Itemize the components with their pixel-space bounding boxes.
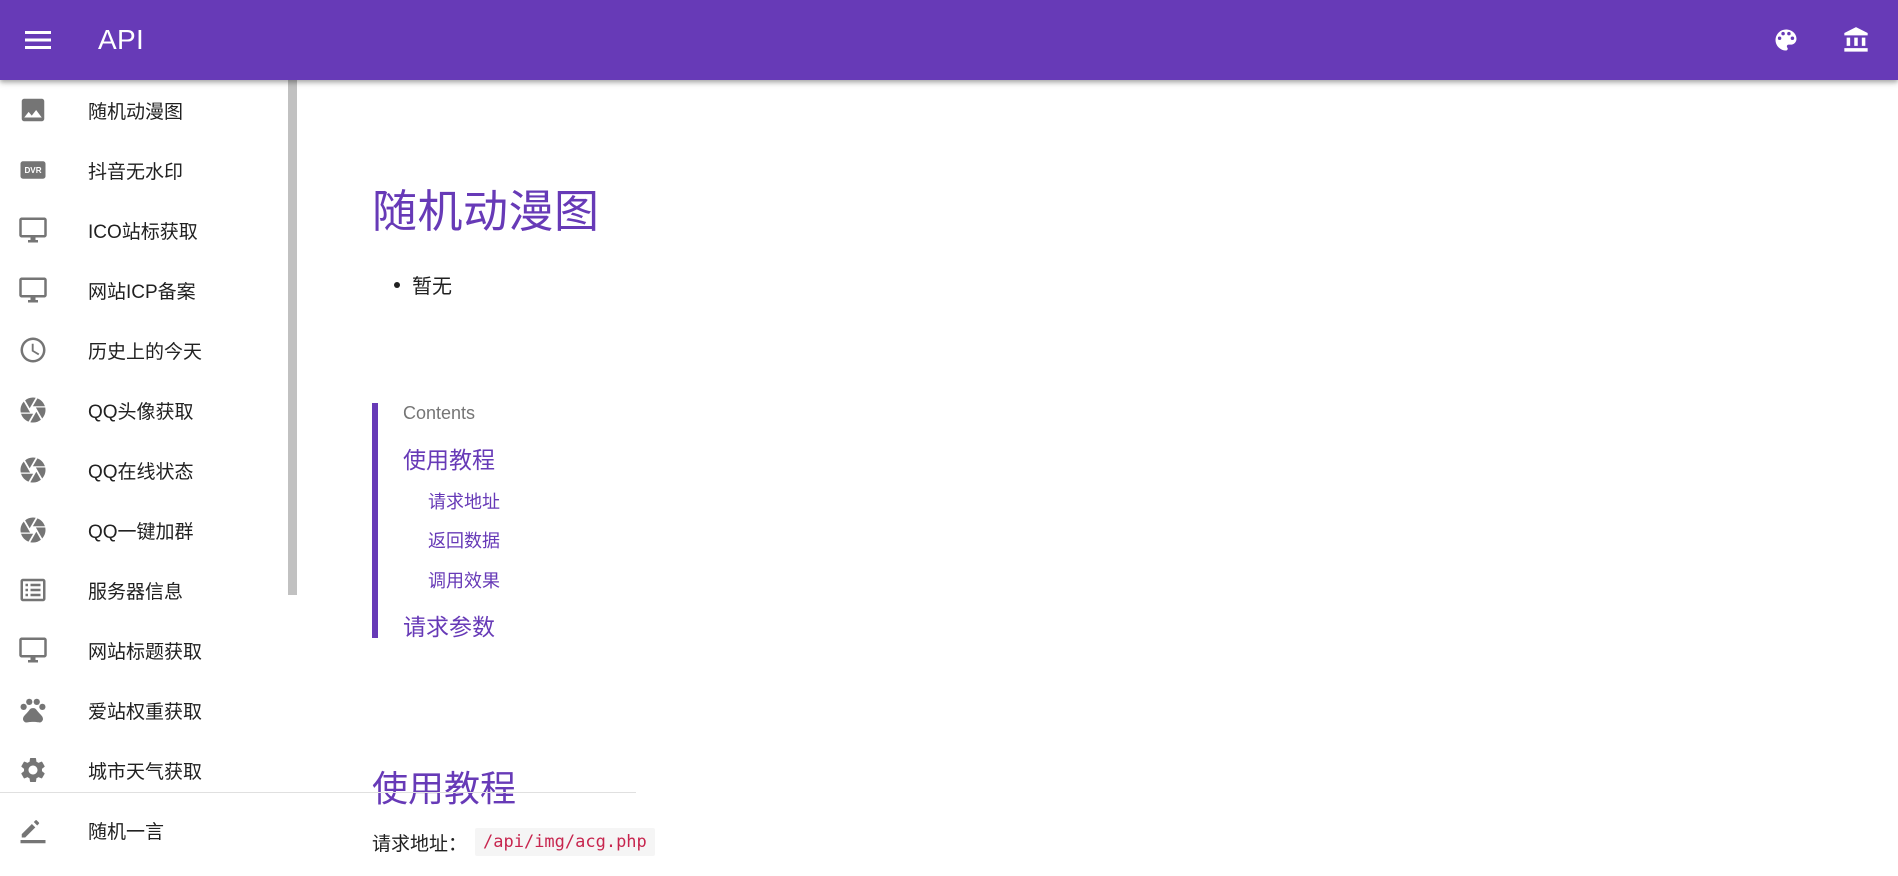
dvr-icon: DVR <box>18 155 48 185</box>
bank-icon <box>1844 27 1868 52</box>
clock-icon <box>18 335 48 365</box>
nav-drawer: 随机动漫图 DVR 抖音无水印 ICO站标获取 网站ICP备案 历史上的今天 Q… <box>0 80 298 876</box>
sidebar-item-label: ICO站标获取 <box>88 221 198 243</box>
sidebar-item-label: 城市天气获取 <box>88 761 203 783</box>
sidebar-item-label: QQ在线状态 <box>88 461 194 483</box>
list-icon <box>18 575 48 605</box>
sidebar-item-server-info[interactable]: 服务器信息 <box>0 560 298 620</box>
pencil-icon <box>18 815 48 845</box>
request-url-label: 请求地址： <box>372 833 468 855</box>
nav-list: 随机动漫图 DVR 抖音无水印 ICO站标获取 网站ICP备案 历史上的今天 Q… <box>0 80 298 860</box>
desktop-icon <box>18 635 48 665</box>
sidebar-item-label: QQ头像获取 <box>88 401 194 423</box>
paw-icon <box>18 695 48 725</box>
sidebar-item-label: 服务器信息 <box>88 581 184 603</box>
toc-link-response-data[interactable]: 返回数据 <box>428 527 500 553</box>
sidebar-item-site-title[interactable]: 网站标题获取 <box>0 620 298 680</box>
bullet-dot <box>394 281 400 288</box>
sidebar-item-random-anime-image[interactable]: 随机动漫图 <box>0 80 298 140</box>
drawer-scrollbar[interactable] <box>288 80 297 595</box>
toc-link-request-url[interactable]: 请求地址 <box>428 488 500 514</box>
camera-shutter-icon <box>18 515 48 545</box>
image-icon <box>18 95 48 125</box>
sidebar-item-label: QQ一键加群 <box>88 521 194 543</box>
main-content: 随机动漫图 暂无 Contents 使用教程 请求地址 返回数据 调用效果 请求… <box>372 80 1852 876</box>
camera-shutter-icon <box>18 395 48 425</box>
app-bar: API <box>0 0 1898 80</box>
request-url-row: 请求地址： /api/img/acg.php <box>372 828 655 856</box>
notes-list: 暂无 <box>372 270 452 299</box>
sidebar-item-label: 网站标题获取 <box>88 641 203 663</box>
table-of-contents: Contents 使用教程 请求地址 返回数据 调用效果 请求参数 <box>372 403 778 640</box>
sidebar-item-aizhan-weight[interactable]: 爱站权重获取 <box>0 680 298 740</box>
divider <box>0 792 636 793</box>
camera-shutter-icon <box>18 455 48 485</box>
sidebar-item-icp[interactable]: 网站ICP备案 <box>0 260 298 320</box>
menu-icon <box>25 31 51 49</box>
list-item: 暂无 <box>372 270 452 299</box>
sidebar-item-douyin[interactable]: DVR 抖音无水印 <box>0 140 298 200</box>
sidebar-item-history-today[interactable]: 历史上的今天 <box>0 320 298 380</box>
section-title: 使用教程 <box>372 768 517 809</box>
desktop-icon <box>18 275 48 305</box>
sidebar-item-label: 爱站权重获取 <box>88 701 203 723</box>
toc-link-demo[interactable]: 调用效果 <box>428 567 500 593</box>
gear-icon <box>18 755 48 785</box>
sidebar-item-qq-avatar[interactable]: QQ头像获取 <box>0 380 298 440</box>
toc-link-usage[interactable]: 使用教程 <box>403 441 495 475</box>
sidebar-item-label: 随机一言 <box>88 821 165 843</box>
sidebar-item-label: 网站ICP备案 <box>88 281 196 303</box>
svg-text:DVR: DVR <box>24 166 41 175</box>
toc-heading: Contents <box>403 403 476 423</box>
sidebar-item-label: 历史上的今天 <box>88 341 203 363</box>
palette-icon <box>1775 29 1797 51</box>
request-url-code: /api/img/acg.php <box>475 828 655 856</box>
page-title: 随机动漫图 <box>372 186 600 237</box>
sidebar-item-label: 抖音无水印 <box>88 161 184 183</box>
menu-button[interactable] <box>20 22 56 58</box>
toc-link-request-params[interactable]: 请求参数 <box>403 608 495 642</box>
desktop-icon <box>18 215 48 245</box>
list-item-text: 暂无 <box>412 276 452 298</box>
bank-button[interactable] <box>1838 22 1874 58</box>
sidebar-item-ico[interactable]: ICO站标获取 <box>0 200 298 260</box>
app-title: API <box>98 24 145 55</box>
sidebar-item-qq-join-group[interactable]: QQ一键加群 <box>0 500 298 560</box>
theme-button[interactable] <box>1768 22 1804 58</box>
sidebar-item-random-quote[interactable]: 随机一言 <box>0 800 298 860</box>
sidebar-item-label: 随机动漫图 <box>88 101 184 123</box>
sidebar-item-qq-online[interactable]: QQ在线状态 <box>0 440 298 500</box>
sidebar-item-city-weather[interactable]: 城市天气获取 <box>0 740 298 800</box>
